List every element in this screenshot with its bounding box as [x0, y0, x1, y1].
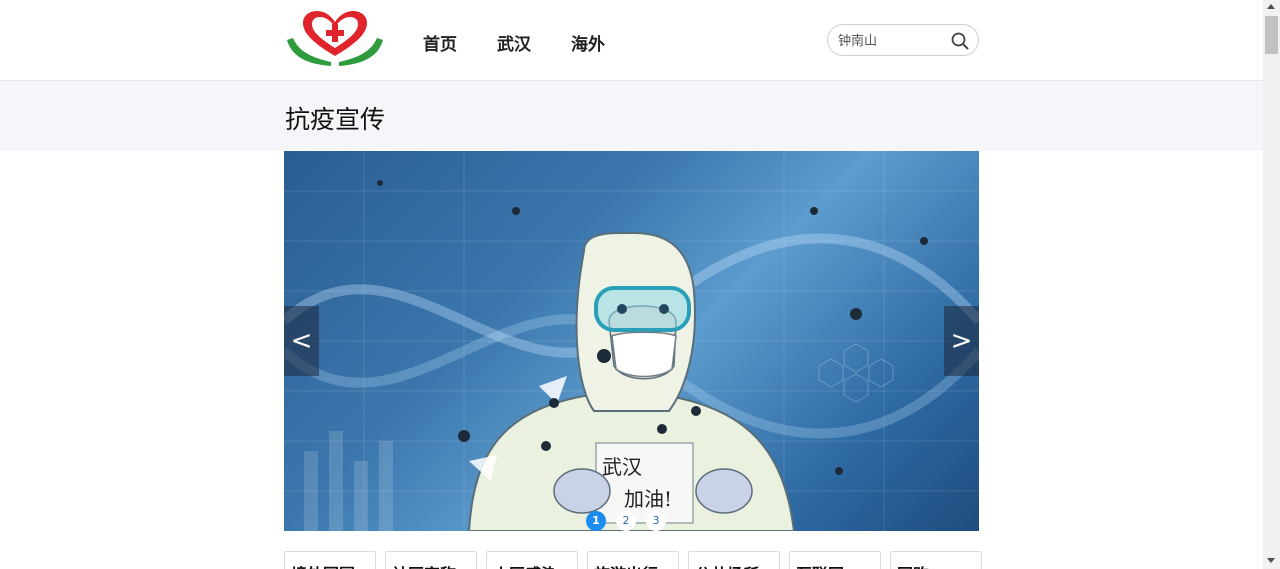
vertical-scrollbar[interactable]	[1263, 0, 1280, 569]
search-input[interactable]	[838, 31, 948, 51]
carousel-pagination: 1 2 3	[586, 511, 666, 531]
carousel-dot-1[interactable]: 1	[586, 511, 606, 531]
section-band	[0, 81, 1263, 151]
tile-public-places[interactable]: 公共场所	[688, 551, 780, 569]
slide-sign-text-2: 加油!	[624, 487, 673, 511]
scroll-down-arrow-icon[interactable]	[1267, 558, 1275, 563]
tile-online-shopping[interactable]: 网购	[890, 551, 982, 569]
page-title: 抗疫宣传	[285, 105, 386, 134]
carousel-dot-3[interactable]: 3	[646, 511, 666, 531]
tile-community[interactable]: 社区宣称	[385, 551, 477, 569]
scroll-thumb[interactable]	[1265, 16, 1278, 54]
tile-neighborhood-infection[interactable]: 小区感染	[486, 551, 578, 569]
nav-overseas[interactable]: 海外	[571, 30, 605, 55]
main-nav: 首页 武汉 海外	[423, 30, 605, 55]
tile-internet[interactable]: 互联网	[789, 551, 881, 569]
page: 首页 武汉 海外 抗疫宣传	[0, 0, 1263, 569]
scroll-up-arrow-icon[interactable]	[1267, 4, 1275, 9]
nav-home[interactable]: 首页	[423, 30, 457, 55]
nav-wuhan[interactable]: 武汉	[497, 30, 531, 55]
category-tiles: 境外回国 社区宣称 小区感染 旅游出行 公共场所 互联网 网购	[284, 551, 982, 569]
tile-travel[interactable]: 旅游出行	[587, 551, 679, 569]
image-carousel: 武汉 加油! < > 1 2 3	[284, 151, 979, 531]
carousel-next-button[interactable]: >	[944, 306, 979, 376]
carousel-dot-2[interactable]: 2	[616, 511, 636, 531]
heart-hands-logo[interactable]	[285, 10, 385, 68]
search-icon[interactable]	[951, 32, 969, 50]
search-box	[827, 24, 979, 56]
slide-sign-text-1: 武汉	[602, 455, 642, 479]
carousel-prev-button[interactable]: <	[284, 306, 319, 376]
tile-overseas-return[interactable]: 境外回国	[284, 551, 376, 569]
top-header: 首页 武汉 海外	[0, 0, 1263, 81]
